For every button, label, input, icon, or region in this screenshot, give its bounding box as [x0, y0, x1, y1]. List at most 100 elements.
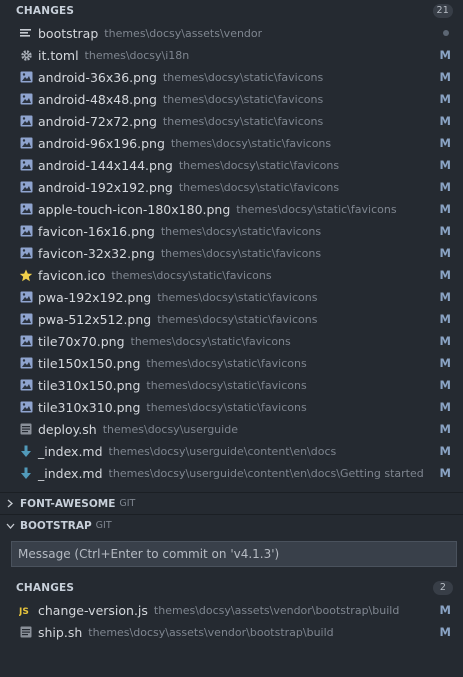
file-path: themes\docsy\assets\vendor: [104, 26, 263, 40]
file-row[interactable]: android-72x72.png themes\docsy\static\fav…: [0, 110, 463, 132]
changes-title: CHANGES: [16, 582, 75, 594]
file-status-modified: M: [439, 290, 451, 304]
file-status-modified: M: [439, 603, 451, 617]
file-status-modified: M: [439, 48, 451, 62]
file-row[interactable]: favicon-16x16.png themes\docsy\static\fav…: [0, 220, 463, 242]
file-path: themes\docsy\static\favicons: [130, 334, 291, 348]
file-row[interactable]: android-96x196.png themes\docsy\static\fa…: [0, 132, 463, 154]
file-status-modified: M: [439, 180, 451, 194]
changes-title: CHANGES: [16, 5, 75, 17]
lines-icon: [19, 26, 33, 40]
file-status-modified: M: [439, 268, 451, 282]
file-row[interactable]: android-48x48.png themes\docsy\static\fav…: [0, 88, 463, 110]
svg-text:JS: JS: [19, 607, 29, 616]
file-row[interactable]: ship.sh themes\docsy\assets\vendor\bootst…: [0, 621, 463, 643]
shell-icon: [19, 422, 33, 436]
file-name: _index.md: [38, 443, 103, 459]
file-row[interactable]: it.toml themes\docsy\i18n M: [0, 44, 463, 66]
file-name: favicon.ico: [38, 267, 106, 283]
file-path: themes\docsy\static\favicons: [111, 268, 272, 282]
image-icon: [19, 70, 33, 84]
file-status-modified: M: [439, 356, 451, 370]
file-name: android-48x48.png: [38, 91, 157, 107]
file-path: themes\docsy\userguide\content\en\docs: [108, 444, 337, 458]
file-row[interactable]: _index.md themes\docsy\userguide\content\…: [0, 462, 463, 484]
file-row[interactable]: bootstrap themes\docsy\assets\vendor: [0, 22, 463, 44]
file-row[interactable]: tile70x70.png themes\docsy\static\favicon…: [0, 330, 463, 352]
file-row[interactable]: JS change-version.js themes\docsy\assets\v…: [0, 599, 463, 621]
image-icon: [19, 312, 33, 326]
file-row[interactable]: android-192x192.png themes\docsy\static\f…: [0, 176, 463, 198]
file-status-modified: M: [439, 422, 451, 436]
file-row[interactable]: tile310x310.png themes\docsy\static\favic…: [0, 396, 463, 418]
js-icon: JS: [19, 603, 33, 617]
file-name: change-version.js: [38, 602, 148, 618]
file-row[interactable]: tile310x150.png themes\docsy\static\favic…: [0, 374, 463, 396]
markdown-icon: [19, 444, 33, 458]
file-status-modified: M: [439, 444, 451, 458]
file-path: themes\docsy\static\favicons: [160, 224, 322, 238]
image-icon: [19, 158, 33, 172]
file-path: themes\docsy\static\favicons: [157, 290, 318, 304]
bootstrap-changes-header[interactable]: CHANGES 2: [0, 577, 463, 599]
file-name: tile150x150.png: [38, 355, 141, 371]
file-path: themes\docsy\static\favicons: [162, 92, 324, 106]
markdown-icon: [19, 466, 33, 480]
file-path: themes\docsy\static\favicons: [162, 114, 324, 128]
changes-header[interactable]: CHANGES 21: [0, 0, 463, 22]
file-path: themes\docsy\static\favicons: [236, 202, 397, 216]
file-name: favicon-16x16.png: [38, 223, 155, 239]
file-name: pwa-512x512.png: [38, 311, 152, 327]
file-name: tile70x70.png: [38, 333, 125, 349]
file-row[interactable]: apple-touch-icon-180x180.png themes\docsy…: [0, 198, 463, 220]
file-status-modified: M: [439, 466, 451, 480]
file-name: pwa-192x192.png: [38, 289, 152, 305]
file-path: themes\docsy\static\favicons: [178, 180, 340, 194]
file-path: themes\docsy\static\favicons: [146, 378, 307, 392]
file-status-modified: M: [439, 92, 451, 106]
file-path: themes\docsy\static\favicons: [146, 356, 307, 370]
file-status-modified: M: [439, 114, 451, 128]
file-path: themes\docsy\static\favicons: [157, 312, 318, 326]
file-path: themes\docsy\static\favicons: [160, 246, 322, 260]
file-status-modified: M: [439, 158, 451, 172]
image-icon: [19, 136, 33, 150]
file-status-modified: M: [439, 70, 451, 84]
file-row[interactable]: tile150x150.png themes\docsy\static\favic…: [0, 352, 463, 374]
file-name: android-72x72.png: [38, 113, 157, 129]
changes-count-badge: 2: [433, 581, 453, 595]
provider-font-awesome[interactable]: FONT-AWESOME GIT: [0, 492, 463, 514]
file-name: tile310x310.png: [38, 399, 141, 415]
file-status-modified: M: [439, 378, 451, 392]
commit-message-input[interactable]: [11, 541, 457, 567]
provider-name: FONT-AWESOME: [20, 497, 116, 510]
file-name: android-36x36.png: [38, 69, 157, 85]
file-name: android-192x192.png: [38, 179, 173, 195]
file-name: favicon-32x32.png: [38, 245, 155, 261]
file-path: themes\docsy\i18n: [84, 48, 190, 62]
file-row[interactable]: android-36x36.png themes\docsy\static\fav…: [0, 66, 463, 88]
commit-message-wrap: [0, 536, 463, 572]
file-name: tile310x150.png: [38, 377, 141, 393]
gear-icon: [19, 48, 33, 62]
file-path: themes\docsy\static\favicons: [170, 136, 332, 150]
file-status-modified: M: [439, 625, 451, 639]
file-row[interactable]: _index.md themes\docsy\userguide\content\…: [0, 440, 463, 462]
file-status-modified: M: [439, 136, 451, 150]
file-path: themes\docsy\static\favicons: [146, 400, 307, 414]
file-status-modified: M: [439, 202, 451, 216]
file-row[interactable]: pwa-192x192.png themes\docsy\static\favic…: [0, 286, 463, 308]
file-path: themes\docsy\static\favicons: [162, 70, 324, 84]
file-row[interactable]: android-144x144.png themes\docsy\static\f…: [0, 154, 463, 176]
changes-list: bootstrap themes\docsy\assets\vendor it.to…: [0, 22, 463, 484]
file-row[interactable]: deploy.sh themes\docsy\userguide M: [0, 418, 463, 440]
bootstrap-changes-list: JS change-version.js themes\docsy\assets\v…: [0, 599, 463, 643]
image-icon: [19, 290, 33, 304]
file-name: _index.md: [38, 465, 103, 481]
file-path: themes\docsy\assets\vendor\bootstrap\bui…: [88, 625, 334, 639]
provider-bootstrap[interactable]: BOOTSTRAP GIT: [0, 514, 463, 536]
file-row[interactable]: pwa-512x512.png themes\docsy\static\favic…: [0, 308, 463, 330]
file-row[interactable]: favicon-32x32.png themes\docsy\static\fav…: [0, 242, 463, 264]
file-row[interactable]: favicon.ico themes\docsy\static\favicons M: [0, 264, 463, 286]
file-name: deploy.sh: [38, 421, 97, 437]
